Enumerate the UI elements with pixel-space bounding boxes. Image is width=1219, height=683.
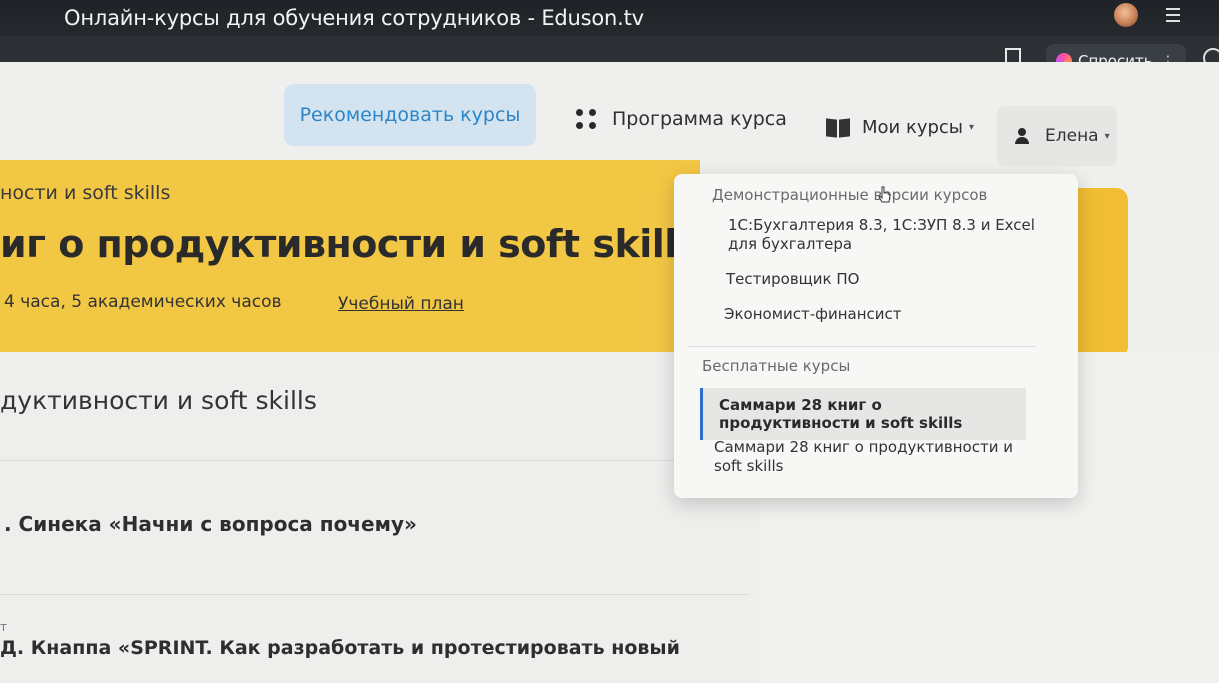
dropdown-group-label: Демонстрационные версии курсов [712, 186, 988, 204]
recommend-courses-button[interactable]: Рекомендовать курсы [284, 84, 536, 146]
user-icon [1015, 128, 1029, 144]
course-program-link[interactable]: Программа курса [576, 108, 787, 130]
my-courses-dropdown: Демонстрационные версии курсов 1С:Бухгал… [674, 174, 1078, 498]
dropdown-item-active[interactable]: Саммари 28 книг о продуктивности и soft … [700, 388, 1026, 440]
my-courses-menu[interactable]: Мои курсы ▾ [826, 117, 974, 138]
dropdown-item[interactable]: Экономист-финансист [724, 305, 1034, 324]
divider [0, 460, 750, 461]
lesson-item[interactable]: . Синека «Начни с вопроса почему» [4, 512, 417, 536]
banner-subtitle: ности и soft skills [0, 182, 171, 204]
section-title: дуктивности и soft skills [0, 386, 317, 415]
dropdown-item[interactable]: Саммари 28 книг о продуктивности и soft … [714, 438, 1024, 476]
lesson-item[interactable]: Д. Кнаппа «SPRINT. Как разработать и про… [0, 637, 680, 659]
book-icon [826, 119, 850, 137]
chevron-down-icon: ▾ [1104, 130, 1110, 142]
divider [0, 594, 750, 595]
dropdown-separator [688, 346, 1036, 347]
user-menu[interactable]: Елена ▾ [997, 106, 1117, 166]
course-duration: 4 часа, 5 академических часов [4, 292, 282, 312]
dropdown-item[interactable]: 1С:Бухгалтерия 8.3, 1С:ЗУП 8.3 и Excel д… [728, 216, 1038, 254]
lesson-item-tag: т [0, 620, 7, 634]
profile-avatar[interactable] [1114, 3, 1138, 27]
course-banner: ности и soft skills иг о продуктивности … [0, 160, 700, 352]
dropdown-item[interactable]: Тестировщик ПО [726, 270, 1036, 289]
my-courses-label: Мои курсы [862, 117, 964, 138]
dropdown-group-label: Бесплатные курсы [702, 357, 851, 375]
study-plan-link[interactable]: Учебный план [338, 294, 464, 314]
web-page: Рекомендовать курсы Программа курса Мои … [0, 62, 1219, 683]
user-name: Елена [1045, 126, 1099, 146]
hamburger-menu-icon[interactable] [1166, 8, 1180, 22]
mouse-pointer-icon [878, 186, 891, 203]
course-title: иг о продуктивности и soft skills [0, 222, 699, 266]
window-title: Онлайн-курсы для обучения сотрудников - … [64, 6, 644, 30]
chevron-down-icon: ▾ [969, 122, 975, 133]
course-program-label: Программа курса [612, 108, 787, 130]
grid-dots-icon [576, 109, 596, 129]
